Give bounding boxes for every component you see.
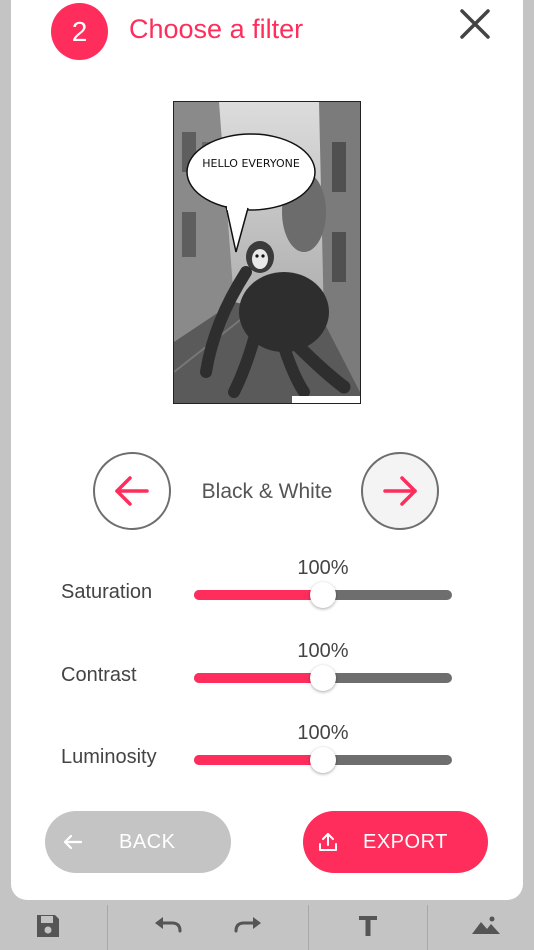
undo-button[interactable] <box>148 902 188 950</box>
export-label: EXPORT <box>363 831 448 853</box>
export-button[interactable]: EXPORT <box>303 811 488 873</box>
close-icon <box>460 9 490 39</box>
text-tool-button[interactable] <box>348 902 388 950</box>
step-badge: 2 <box>51 3 108 60</box>
next-filter-button[interactable] <box>361 452 439 530</box>
step-number: 2 <box>71 15 88 47</box>
contrast-thumb[interactable] <box>310 665 336 691</box>
luminosity-control: 100% Luminosity <box>0 720 534 780</box>
toolbar-divider <box>308 905 309 950</box>
dialog-title: Choose a filter <box>129 14 304 44</box>
previous-filter-button[interactable] <box>93 452 171 530</box>
arrow-left-icon <box>63 834 83 850</box>
saturation-slider[interactable] <box>194 582 452 608</box>
back-label: BACK <box>119 831 176 853</box>
saturation-label: Saturation <box>61 581 153 603</box>
redo-icon <box>234 917 261 933</box>
toolbar-divider <box>427 905 428 950</box>
arrow-left-icon <box>115 476 149 506</box>
toolbar-divider <box>107 905 108 950</box>
image-tool-button[interactable] <box>466 902 506 950</box>
contrast-fill <box>194 673 323 683</box>
saturation-control: 100% Saturation <box>0 555 534 615</box>
contrast-control: 100% Contrast <box>0 638 534 698</box>
text-icon <box>359 916 377 936</box>
luminosity-fill <box>194 755 323 765</box>
luminosity-slider[interactable] <box>194 747 452 773</box>
speech-bubble-text: HELLO EVERYONE <box>202 157 300 170</box>
preview-image: HELLO EVERYONE <box>173 101 361 404</box>
back-button[interactable]: BACK <box>45 811 231 873</box>
contrast-label: Contrast <box>61 664 137 686</box>
arrow-right-icon <box>383 476 417 506</box>
close-button[interactable] <box>456 5 494 43</box>
image-icon <box>472 916 500 934</box>
save-icon <box>37 915 59 937</box>
saturation-thumb[interactable] <box>310 582 336 608</box>
redo-button[interactable] <box>228 902 268 950</box>
undo-icon <box>155 917 182 933</box>
save-button[interactable] <box>28 902 68 950</box>
saturation-fill <box>194 590 323 600</box>
upload-icon <box>319 833 337 851</box>
luminosity-label: Luminosity <box>61 746 157 768</box>
contrast-value: 100% <box>297 640 349 662</box>
luminosity-value: 100% <box>297 722 349 744</box>
saturation-value: 100% <box>297 557 349 579</box>
filter-name: Black & White <box>201 480 333 503</box>
luminosity-thumb[interactable] <box>310 747 336 773</box>
contrast-slider[interactable] <box>194 665 452 691</box>
